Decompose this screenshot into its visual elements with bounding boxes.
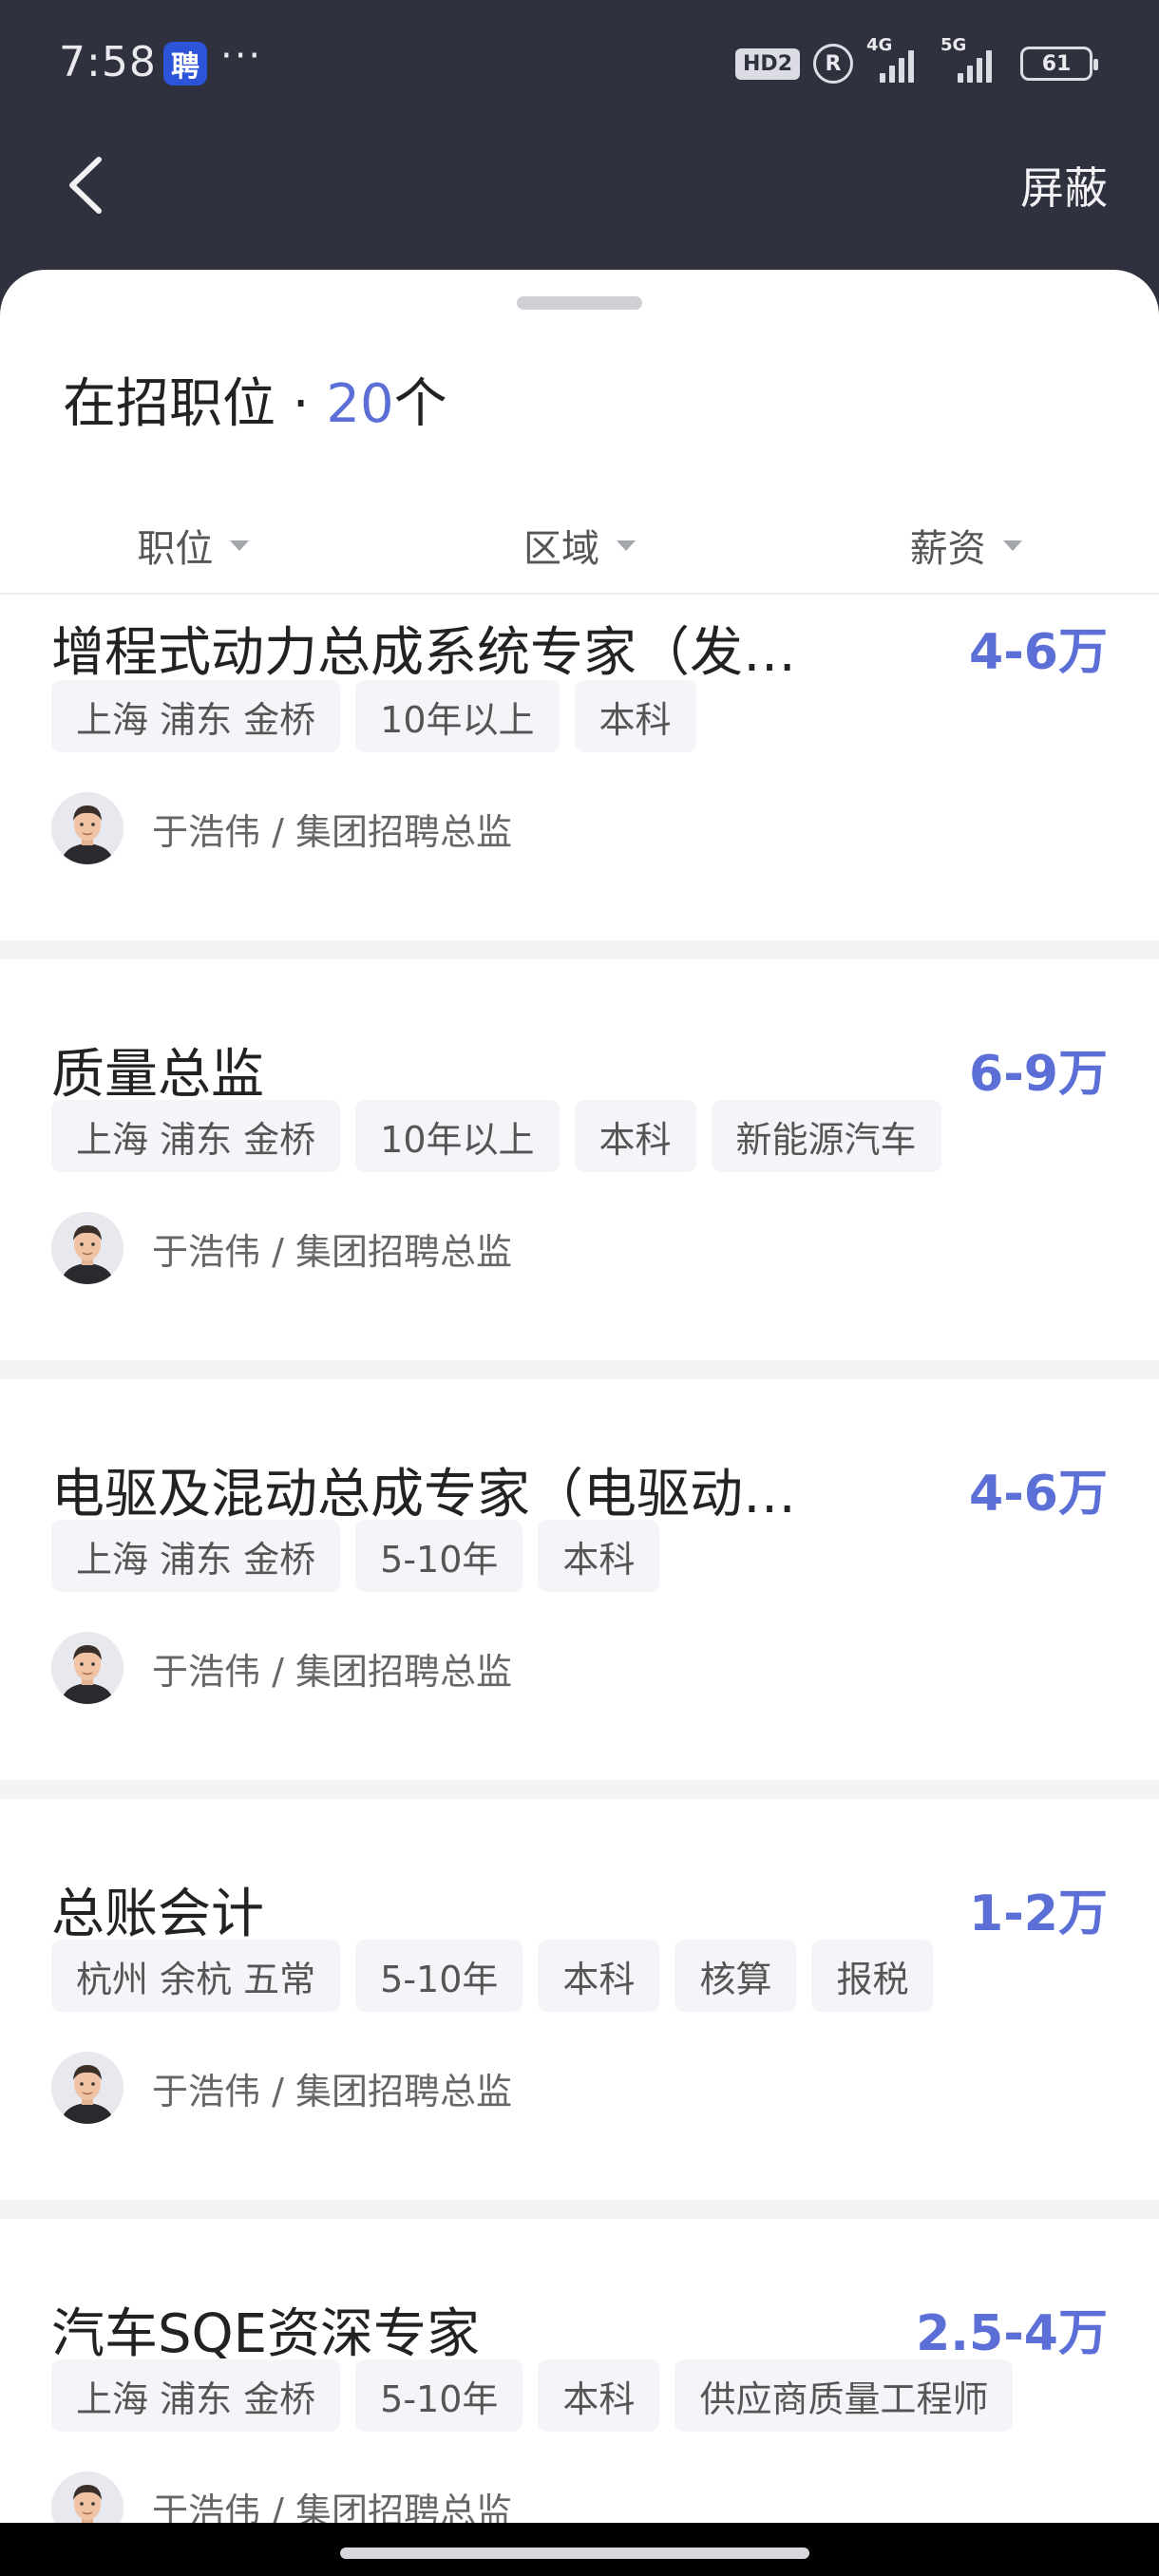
job-tag: 上海 浦东 金桥 (51, 1520, 341, 1592)
job-salary: 4-6万 (969, 624, 1108, 681)
job-tag: 本科 (538, 1520, 660, 1592)
job-title: 汽车SQE资深专家 (51, 2303, 481, 2365)
sheet-drag-handle[interactable] (517, 296, 642, 310)
recruiter-name-title: 于浩伟 / 集团招聘总监 (152, 1650, 512, 1693)
job-tag: 上海 浦东 金桥 (51, 1100, 341, 1172)
recruiter-name-title: 于浩伟 / 集团招聘总监 (152, 810, 512, 853)
card-separator (0, 1780, 1159, 1799)
job-count: 20 (326, 373, 394, 435)
status-time: 7:58 (59, 38, 157, 86)
job-card[interactable]: 汽车SQE资深专家 2.5-4万 上海 浦东 金桥 5-10年 本科 供应商质量工程师… (0, 2219, 1159, 2523)
job-tag: 上海 浦东 金桥 (51, 2359, 341, 2432)
job-card[interactable]: 电驱及混动总成专家（电驱动… 4-6万 上海 浦东 金桥 5-10年 本科 于浩伟 … (0, 1379, 1159, 1780)
job-tags: 上海 浦东 金桥 10年以上 本科 新能源汽车 (51, 1100, 941, 1172)
job-salary: 2.5-4万 (916, 2305, 1108, 2362)
hd-icon: HD2 (735, 47, 800, 80)
back-button[interactable] (61, 152, 118, 218)
more-notifications-icon: ··· (220, 34, 263, 78)
job-title: 增程式动力总成系统专家（发… (51, 622, 796, 684)
filter-position[interactable]: 职位 (0, 498, 387, 593)
recruiter-info: 于浩伟 / 集团招聘总监 (51, 2052, 512, 2124)
job-tag: 报税 (811, 1940, 934, 2012)
sheet-title: 在招职位 · 20个 (63, 373, 447, 435)
recruiter-name-title: 于浩伟 / 集团招聘总监 (152, 1230, 512, 1273)
jobs-sheet: 在招职位 · 20个 职位 区域 薪资 增程式动力总成系统专家（发… 4-6万 … (0, 270, 1159, 2523)
recruiter-info: 于浩伟 / 集团招聘总监 (51, 1212, 512, 1284)
job-tag: 5-10年 (355, 1520, 523, 1592)
job-card[interactable]: 质量总监 6-9万 上海 浦东 金桥 10年以上 本科 新能源汽车 于浩伟 / 集团招… (0, 959, 1159, 1360)
signal-4g-icon: 4G (866, 35, 927, 83)
job-salary: 4-6万 (969, 1466, 1108, 1523)
caret-down-icon (617, 540, 636, 551)
job-title: 总账会计 (51, 1884, 264, 1945)
signal-5g-icon: 5G (940, 35, 1007, 83)
recruiter-info: 于浩伟 / 集团招聘总监 (51, 792, 512, 864)
job-tag: 核算 (674, 1940, 797, 2012)
job-tag: 本科 (538, 1940, 660, 2012)
job-title: 质量总监 (51, 1044, 264, 1106)
card-separator (0, 1360, 1159, 1379)
job-tag: 10年以上 (355, 1100, 560, 1172)
caret-down-icon (230, 540, 250, 551)
recruiter-name-title: 于浩伟 / 集团招聘总监 (152, 2490, 512, 2524)
job-tags: 上海 浦东 金桥 5-10年 本科 (51, 1520, 660, 1592)
job-tag: 10年以上 (355, 680, 560, 752)
battery-icon: 61 (1020, 47, 1098, 81)
job-tag: 新能源汽车 (711, 1100, 941, 1172)
job-tag: 本科 (538, 2359, 660, 2432)
recruiter-info: 于浩伟 / 集团招聘总监 (51, 1632, 512, 1704)
recruiter-name-title: 于浩伟 / 集团招聘总监 (152, 2070, 512, 2112)
job-tag: 上海 浦东 金桥 (51, 680, 341, 752)
status-indicators: HD2 R 4G 5G 61 (735, 35, 1098, 84)
app-notification-icon: 聘 (163, 42, 207, 85)
card-separator (0, 2200, 1159, 2219)
job-tags: 上海 浦东 金桥 10年以上 本科 (51, 680, 696, 752)
avatar (51, 2052, 124, 2124)
card-separator (0, 940, 1159, 959)
job-salary: 6-9万 (969, 1046, 1108, 1103)
status-bar: 7:58 聘 ··· HD2 R 4G 5G 61 (0, 0, 1159, 133)
job-tag: 杭州 余杭 五常 (51, 1940, 341, 2012)
recruiter-info: 于浩伟 / 集团招聘总监 (51, 2472, 512, 2523)
filter-region[interactable]: 区域 (387, 498, 773, 593)
job-tag: 本科 (574, 1100, 696, 1172)
avatar (51, 1632, 124, 1704)
caret-down-icon (1002, 540, 1022, 551)
block-button[interactable]: 屏蔽 (1020, 154, 1108, 217)
navigation-bar (0, 2523, 1159, 2576)
filter-bar: 职位 区域 薪资 (0, 498, 1159, 593)
avatar (51, 792, 124, 864)
job-title: 电驱及混动总成专家（电驱动… (51, 1464, 796, 1525)
job-tag: 5-10年 (355, 1940, 523, 2012)
job-tag: 本科 (574, 680, 696, 752)
job-tags: 杭州 余杭 五常 5-10年 本科 核算 报税 (51, 1940, 934, 2012)
job-tag: 5-10年 (355, 2359, 523, 2432)
chevron-left-icon (69, 157, 102, 214)
home-indicator[interactable] (340, 2548, 809, 2559)
job-card[interactable]: 增程式动力总成系统专家（发… 4-6万 上海 浦东 金桥 10年以上 本科 于浩伟 … (0, 595, 1159, 940)
registered-icon: R (813, 44, 853, 84)
job-list: 增程式动力总成系统专家（发… 4-6万 上海 浦东 金桥 10年以上 本科 于浩伟 … (0, 595, 1159, 2523)
job-salary: 1-2万 (969, 1885, 1108, 1942)
job-tags: 上海 浦东 金桥 5-10年 本科 供应商质量工程师 (51, 2359, 1014, 2432)
avatar (51, 2472, 124, 2523)
filter-salary[interactable]: 薪资 (772, 498, 1159, 593)
job-card[interactable]: 总账会计 1-2万 杭州 余杭 五常 5-10年 本科 核算 报税 于浩伟 / 集团招聘… (0, 1799, 1159, 2200)
job-tag: 供应商质量工程师 (674, 2359, 1014, 2432)
avatar (51, 1212, 124, 1284)
